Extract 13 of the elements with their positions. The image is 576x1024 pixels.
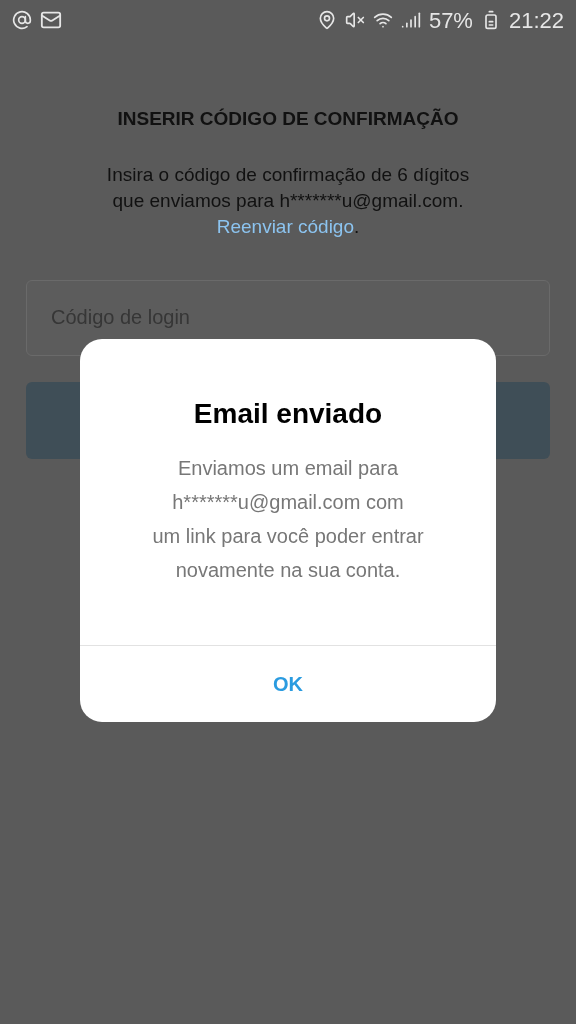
mail-icon <box>40 9 62 31</box>
ok-button[interactable]: OK <box>257 661 319 707</box>
email-notification-icon <box>12 10 32 30</box>
wifi-icon <box>372 10 393 30</box>
instruction-text: Insira o código de confirmação de 6 dígitos que enviamos para h*******u@gmail.com. Reenviar código. <box>105 162 471 239</box>
mute-icon <box>344 10 365 30</box>
dialog-message: Enviamos um email para h*******u@gmail.com com um link para você poder entrar novamente na sua conta. <box>151 456 425 583</box>
resend-code-link[interactable]: Reenviar código <box>216 215 354 237</box>
page-title: INSERIR CÓDIGO DE CONFIRMAÇÃO <box>117 107 459 131</box>
dialog-title: Email enviado <box>192 397 384 431</box>
signal-icon <box>400 10 421 30</box>
battery-percent: 57% <box>428 6 473 35</box>
clock: 21:22 <box>508 6 564 35</box>
